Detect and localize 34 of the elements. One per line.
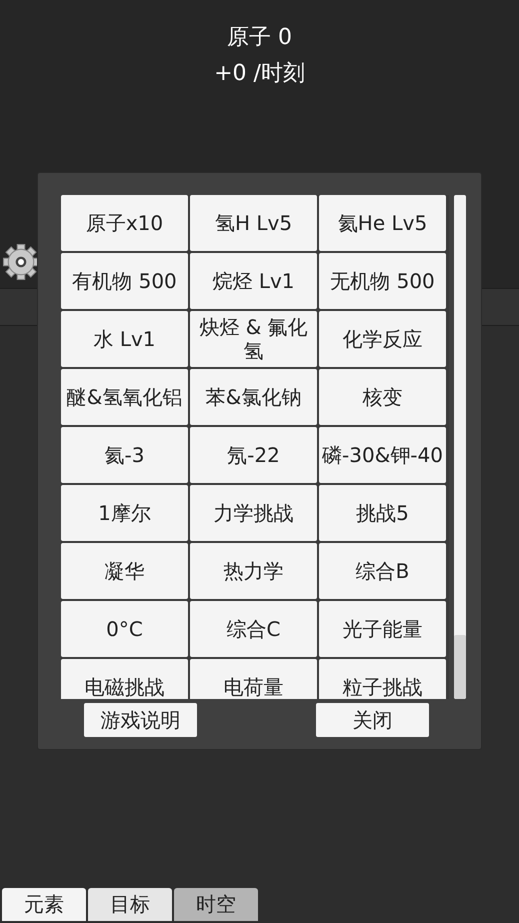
close-button[interactable]: 关闭 <box>316 703 429 737</box>
option-button[interactable]: 电磁挑战 <box>61 659 188 699</box>
rate-text: +0 /时刻 <box>214 60 305 88</box>
option-button[interactable]: 核变 <box>319 369 446 425</box>
option-button[interactable]: 有机物 500 <box>61 253 188 309</box>
option-button[interactable]: 电荷量 <box>190 659 317 699</box>
option-button[interactable]: 化学反应 <box>319 311 446 367</box>
atom-count: 原子 0 <box>227 24 292 52</box>
option-button[interactable]: 凝华 <box>61 543 188 599</box>
option-button[interactable]: 1摩尔 <box>61 485 188 541</box>
option-button[interactable]: 氖-22 <box>190 427 317 483</box>
option-button[interactable]: 氦-3 <box>61 427 188 483</box>
option-button[interactable]: 水 Lv1 <box>61 311 188 367</box>
option-button[interactable]: 烷烃 Lv1 <box>190 253 317 309</box>
option-button[interactable]: 磷-30&钾-40 <box>319 427 446 483</box>
option-button[interactable]: 炔烃 & 氟化氢 <box>190 311 317 367</box>
help-button[interactable]: 游戏说明 <box>84 703 197 737</box>
tab[interactable]: 元素 <box>2 888 86 921</box>
option-button[interactable]: 粒子挑战 <box>319 659 446 699</box>
option-button[interactable]: 综合C <box>190 601 317 657</box>
option-button[interactable]: 光子能量 <box>319 601 446 657</box>
option-button[interactable]: 无机物 500 <box>319 253 446 309</box>
option-button[interactable]: 苯&氯化钠 <box>190 369 317 425</box>
option-button[interactable]: 氢H Lv5 <box>190 195 317 251</box>
option-button[interactable]: 热力学 <box>190 543 317 599</box>
option-button[interactable]: 氦He Lv5 <box>319 195 446 251</box>
tab[interactable]: 目标 <box>88 888 172 921</box>
option-button[interactable]: 挑战5 <box>319 485 446 541</box>
tab[interactable]: 时空 <box>174 888 258 921</box>
option-button[interactable]: 原子x10 <box>61 195 188 251</box>
option-button[interactable]: 0°C <box>61 601 188 657</box>
option-button[interactable]: 力学挑战 <box>190 485 317 541</box>
option-button[interactable]: 醚&氢氧化铝 <box>61 369 188 425</box>
option-button[interactable]: 综合B <box>319 543 446 599</box>
